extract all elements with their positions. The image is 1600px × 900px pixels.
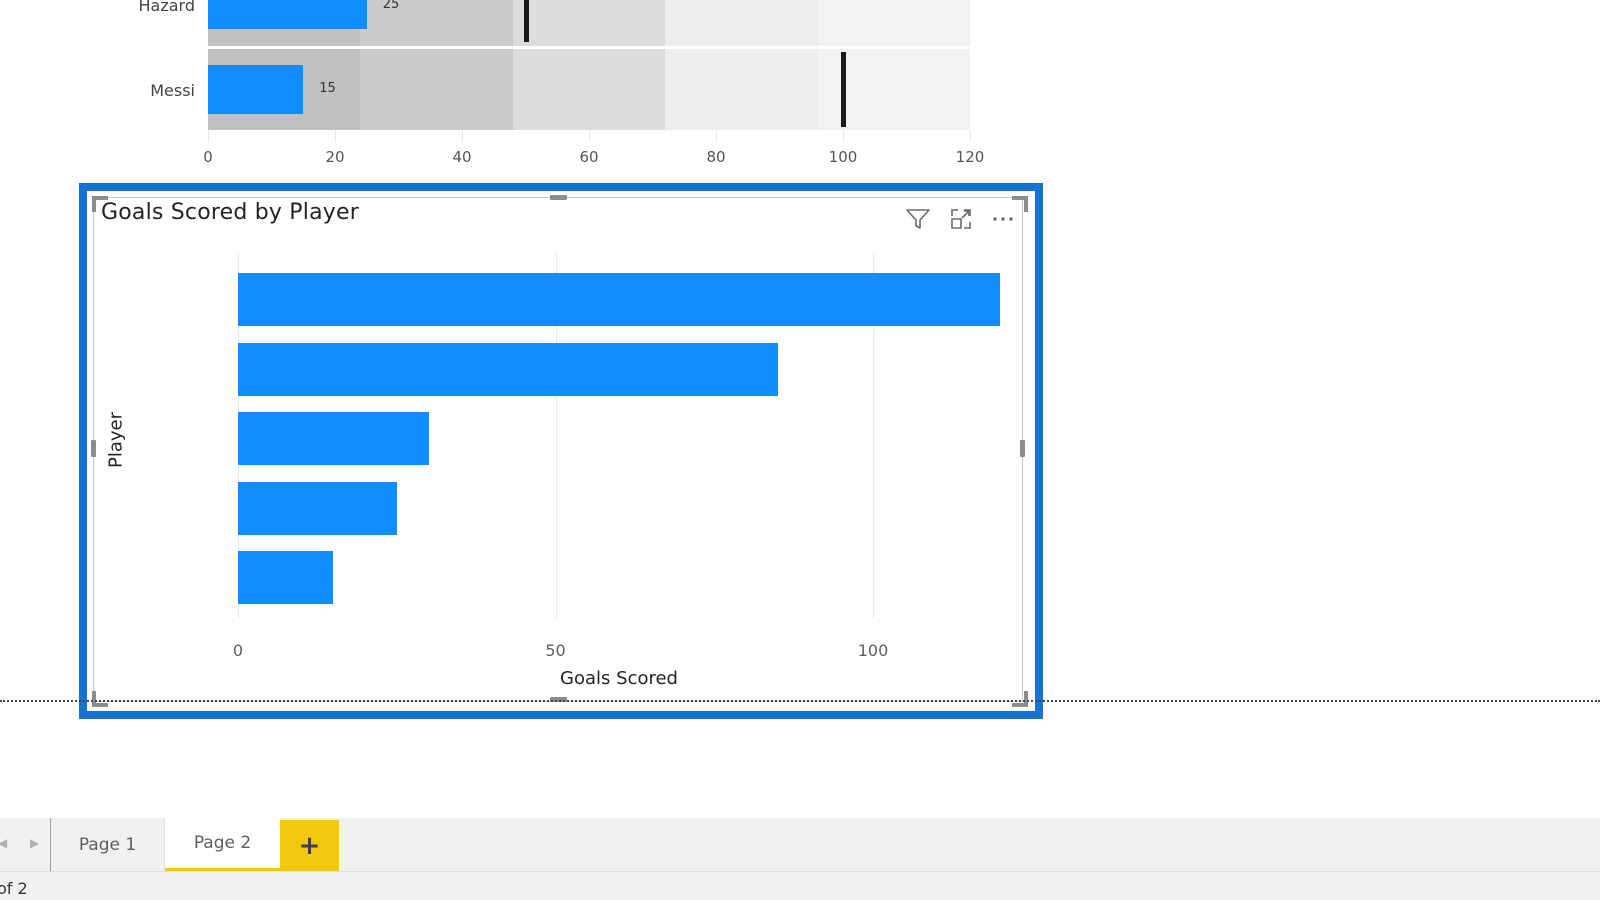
resize-handle-left[interactable] xyxy=(91,440,96,457)
tab-page-1[interactable]: Page 1 xyxy=(51,818,165,871)
bar-christiano[interactable] xyxy=(238,273,1000,326)
bullet-x-tick-label: 100 xyxy=(828,148,858,166)
plus-icon: + xyxy=(298,830,321,861)
bullet-band xyxy=(817,0,970,46)
add-page-button[interactable]: + xyxy=(280,820,339,871)
tab-label: Page 1 xyxy=(78,834,137,855)
focus-mode-icon[interactable] xyxy=(947,205,975,233)
bullet-category-label: Messi xyxy=(150,81,195,100)
bullet-gridline xyxy=(589,130,590,142)
bullet-chart-visual[interactable]: Hazard 25 Messi 15 0 20 40 60 80 100 120 xyxy=(0,0,1000,175)
bullet-bar[interactable] xyxy=(208,0,367,29)
x-axis-title: Goals Scored xyxy=(560,668,678,689)
y-axis-title: Player xyxy=(105,411,127,469)
bar-salah[interactable] xyxy=(238,342,778,396)
bullet-x-tick-label: 20 xyxy=(325,148,345,166)
bullet-band xyxy=(512,49,666,130)
filter-icon[interactable] xyxy=(904,205,932,233)
bullet-x-tick-label: 80 xyxy=(706,148,726,166)
bullet-value-label: 15 xyxy=(319,81,336,96)
resize-handle-right[interactable] xyxy=(1020,440,1025,457)
resize-handle-bottom-left[interactable] xyxy=(92,691,108,707)
bullet-x-tick-label: 60 xyxy=(579,148,599,166)
bullet-gridline xyxy=(716,130,717,142)
tab-scroll-left-icon[interactable]: ◀ xyxy=(0,836,7,850)
bullet-x-tick-label: 0 xyxy=(203,148,213,166)
bullet-row-separator xyxy=(208,46,970,49)
bullet-band xyxy=(360,49,513,130)
bullet-gridline xyxy=(208,130,209,142)
bullet-x-tick-label: 40 xyxy=(452,148,472,166)
x-tick-label: 0 xyxy=(232,641,244,660)
bullet-gridline xyxy=(843,130,844,142)
bullet-category-label: Hazard xyxy=(138,0,196,15)
bullet-gridline xyxy=(335,130,336,142)
tab-scroll-right-icon[interactable]: ▶ xyxy=(30,836,39,850)
tab-label: Page 2 xyxy=(193,833,252,853)
page-indicator: of 2 xyxy=(0,879,28,898)
x-tick-label: 100 xyxy=(857,641,889,660)
more-options-icon[interactable] xyxy=(989,205,1017,233)
bullet-target-marker xyxy=(523,0,529,42)
bullet-value-label: 25 xyxy=(382,0,400,12)
resize-handle-top[interactable] xyxy=(550,195,567,200)
x-tick-label: 50 xyxy=(545,641,566,660)
bullet-band xyxy=(512,0,666,46)
bar-messi[interactable] xyxy=(238,551,334,604)
bullet-band xyxy=(665,0,818,46)
bullet-band xyxy=(665,49,818,130)
status-bar xyxy=(0,872,1600,900)
visual-title: Goals Scored by Player xyxy=(101,200,359,225)
bullet-row-hazard[interactable]: 25 xyxy=(208,0,970,46)
bullet-gridline xyxy=(970,130,971,142)
bullet-x-tick-label: 120 xyxy=(955,148,985,166)
bar-hazard[interactable] xyxy=(238,481,397,535)
bar-suarez[interactable] xyxy=(238,412,429,465)
bullet-bar[interactable] xyxy=(208,65,304,114)
bullet-target-marker xyxy=(841,52,846,127)
tab-page-2[interactable]: Page 2 xyxy=(165,818,280,871)
bullet-row-messi[interactable]: 15 xyxy=(208,49,970,130)
bullet-gridline xyxy=(462,130,463,142)
resize-handle-bottom-right[interactable] xyxy=(1012,691,1028,707)
page-boundary-line xyxy=(0,700,1600,702)
